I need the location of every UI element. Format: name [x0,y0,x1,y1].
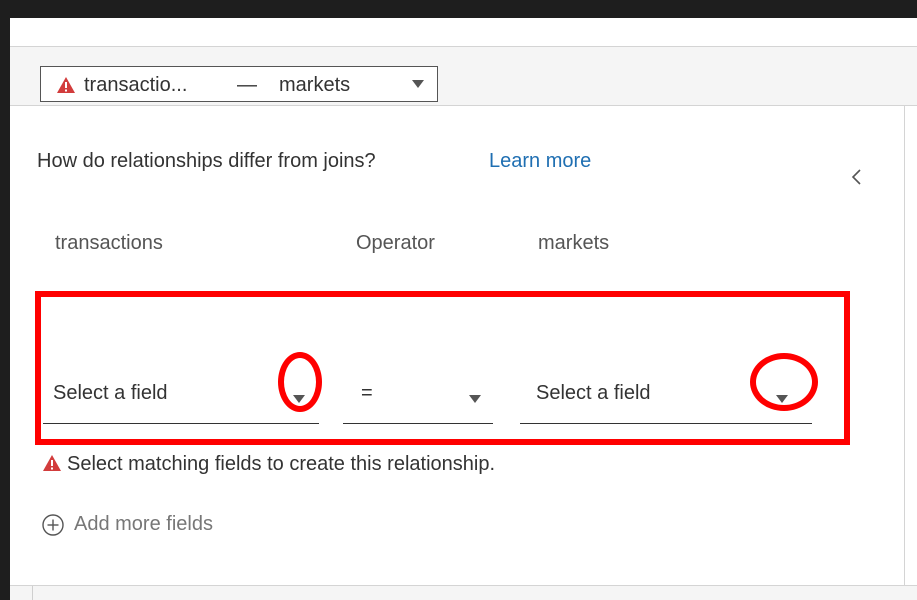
error-message: Select matching fields to create this re… [67,453,495,475]
operator-header: Operator [356,232,435,254]
relationship-selector-dropdown[interactable]: transactio... — markets [40,66,438,102]
bottom-band [10,585,917,600]
right-field-header: markets [538,232,610,254]
learn-more-link[interactable]: Learn more [489,150,591,173]
caret-down-icon [412,80,424,88]
add-more-fields-button[interactable]: Add more fields [74,513,213,536]
highlight-circle-left-caret [278,352,322,412]
plus-circle-icon[interactable] [42,514,64,536]
table-separator: — [237,74,257,96]
highlight-rectangle [35,291,850,445]
chevron-left-icon[interactable] [850,168,864,186]
right-table-name: markets [279,74,351,96]
panel-top-band [10,18,917,47]
warning-triangle-icon [43,455,61,471]
left-table-name: transactio... [84,74,188,96]
window-top-strip [0,0,917,18]
right-divider [904,106,905,585]
relationship-editor: transactio... — markets How do relations… [0,18,917,600]
left-edge [0,18,10,599]
relationship-header-bar: transactio... — markets [10,47,917,106]
highlight-circle-right-caret [750,353,818,411]
left-field-header: transactions [55,232,163,254]
bottom-separator [32,586,33,600]
help-question: How do relationships differ from joins? [37,150,376,172]
warning-triangle-icon [57,77,75,93]
